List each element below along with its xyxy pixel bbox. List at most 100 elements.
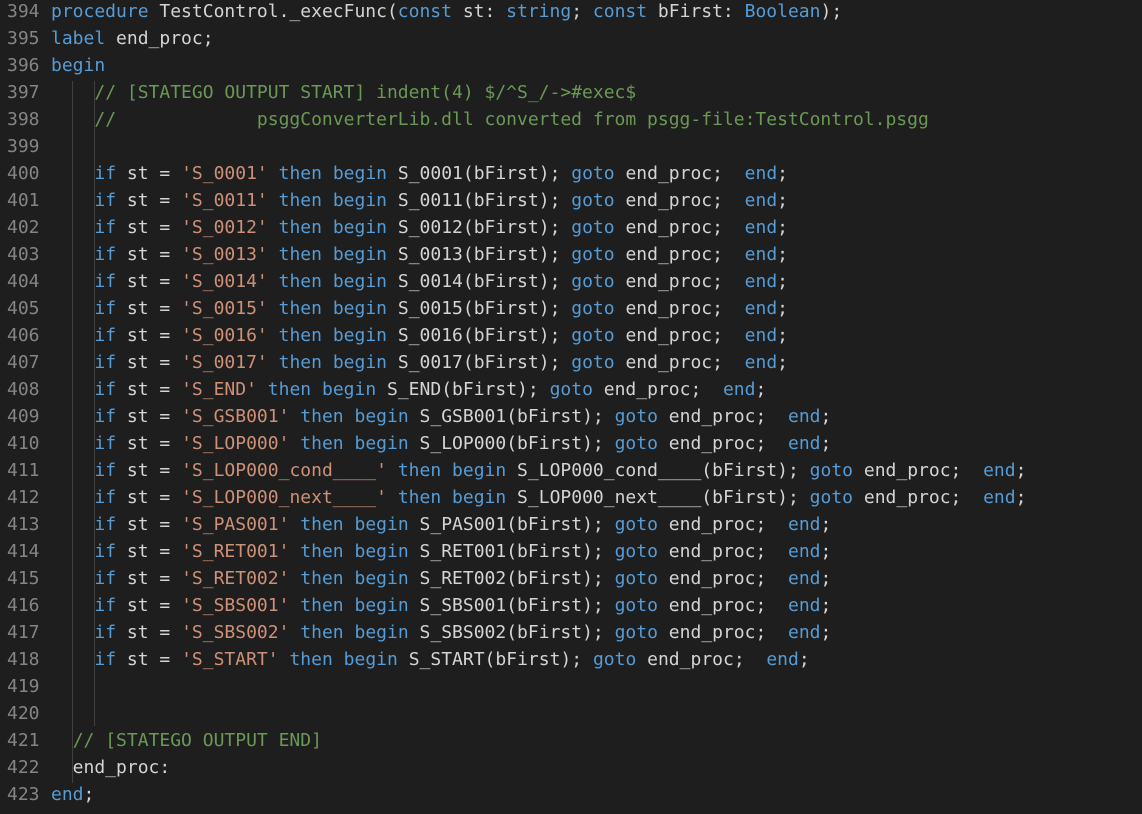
code-line[interactable]: 407 if st = 'S_0017' then begin S_0017(b… <box>0 349 1142 376</box>
code-line[interactable]: 414 if st = 'S_RET001' then begin S_RET0… <box>0 538 1142 565</box>
text-token: st = <box>116 406 182 427</box>
keyword-token: then <box>300 595 344 616</box>
code-line[interactable]: 415 if st = 'S_RET002' then begin S_RET0… <box>0 565 1142 592</box>
text-token: S_0011(bFirst); <box>387 190 572 211</box>
text-token: ; <box>1015 460 1027 481</box>
line-number: 403 <box>7 244 40 265</box>
type-token: string <box>506 1 572 22</box>
keyword-token: begin <box>452 460 507 481</box>
keyword-token: end <box>766 649 799 670</box>
text-token: end_proc; <box>614 244 745 265</box>
line-code: if st = 'S_LOP000_next____' then begin S… <box>51 484 1026 511</box>
line-number: 412 <box>7 487 40 508</box>
code-line[interactable]: 408 if st = 'S_END' then begin S_END(bFi… <box>0 376 1142 403</box>
keyword-token: end <box>744 352 778 373</box>
text-token: S_0014(bFirst); <box>387 271 572 292</box>
keyword-token: goto <box>571 271 615 292</box>
keyword-token: if <box>94 244 117 265</box>
code-line[interactable]: 416 if st = 'S_SBS001' then begin S_SBS0… <box>0 592 1142 619</box>
line-code: if st = 'S_PAS001' then begin S_PAS001(b… <box>51 511 831 538</box>
code-line[interactable]: 402 if st = 'S_0012' then begin S_0012(b… <box>0 214 1142 241</box>
code-line[interactable]: 423 end; <box>0 781 1142 808</box>
line-number: 409 <box>7 406 40 427</box>
code-line[interactable]: 398 // psggConverterLib.dll converted fr… <box>0 106 1142 133</box>
line-number: 417 <box>7 622 40 643</box>
text-token: ; <box>755 379 767 400</box>
code-line[interactable]: 410 if st = 'S_LOP000' then begin S_LOP0… <box>0 430 1142 457</box>
string-token: 'S_0016' <box>181 325 268 346</box>
line-code: if st = 'S_START' then begin S_START(bFi… <box>51 646 810 673</box>
code-line[interactable]: 403 if st = 'S_0013' then begin S_0013(b… <box>0 241 1142 268</box>
line-number: 398 <box>7 109 40 130</box>
keyword-token: end <box>744 298 778 319</box>
code-line[interactable]: 406 if st = 'S_0016' then begin S_0016(b… <box>0 322 1142 349</box>
keyword-token: then <box>278 244 322 265</box>
code-line[interactable]: 421 // [STATEGO OUTPUT END] <box>0 727 1142 754</box>
line-number: 416 <box>7 595 40 616</box>
text-token: ; <box>777 271 789 292</box>
text-token: st: <box>451 1 507 22</box>
keyword-token: if <box>94 514 117 535</box>
line-code: if st = 'S_LOP000' then begin S_LOP000(b… <box>51 430 831 457</box>
text-token: st = <box>116 271 182 292</box>
code-line[interactable]: 417 if st = 'S_SBS002' then begin S_SBS0… <box>0 619 1142 646</box>
code-line[interactable]: 420 <box>0 700 1142 727</box>
text-token: st = <box>116 622 182 643</box>
code-line[interactable]: 396 begin <box>0 52 1142 79</box>
code-line[interactable]: 411 if st = 'S_LOP000_cond____' then beg… <box>0 457 1142 484</box>
text-token: end_proc; <box>105 28 214 49</box>
code-line[interactable]: 400 if st = 'S_0001' then begin S_0001(b… <box>0 160 1142 187</box>
text-token: st = <box>116 514 182 535</box>
line-number: 414 <box>7 541 40 562</box>
keyword-token: goto <box>614 541 658 562</box>
text-token: S_0015(bFirst); <box>387 298 572 319</box>
keyword-token: goto <box>549 379 593 400</box>
line-code: if st = 'S_0011' then begin S_0011(bFirs… <box>51 187 788 214</box>
text-token: ; <box>820 568 832 589</box>
keyword-token: if <box>94 433 117 454</box>
code-line[interactable]: 422 end_proc: <box>0 754 1142 781</box>
text-token: ; <box>798 649 810 670</box>
keyword-token: if <box>94 379 117 400</box>
code-line[interactable]: 399 <box>0 133 1142 160</box>
keyword-token: goto <box>571 217 615 238</box>
line-code: if st = 'S_LOP000_cond____' then begin S… <box>51 457 1026 484</box>
code-line[interactable]: 404 if st = 'S_0014' then begin S_0014(b… <box>0 268 1142 295</box>
code-line[interactable]: 409 if st = 'S_GSB001' then begin S_GSB0… <box>0 403 1142 430</box>
code-line[interactable]: 397 // [STATEGO OUTPUT START] indent(4) … <box>0 79 1142 106</box>
text-token: S_LOP000_next____(bFirst); <box>506 487 810 508</box>
keyword-token: then <box>278 325 322 346</box>
text-token: st = <box>116 298 182 319</box>
code-line[interactable]: 413 if st = 'S_PAS001' then begin S_PAS0… <box>0 511 1142 538</box>
code-line[interactable]: 395 label end_proc; <box>0 25 1142 52</box>
code-line[interactable]: 401 if st = 'S_0011' then begin S_0011(b… <box>0 187 1142 214</box>
string-token: 'S_SBS001' <box>181 595 290 616</box>
line-number: 401 <box>7 190 40 211</box>
code-line[interactable]: 405 if st = 'S_0015' then begin S_0015(b… <box>0 295 1142 322</box>
line-number: 408 <box>7 379 40 400</box>
code-line[interactable]: 394 procedure TestControl._execFunc(const… <box>0 0 1142 25</box>
text-token: end_proc; <box>636 649 767 670</box>
code-line[interactable]: 412 if st = 'S_LOP000_next____' then beg… <box>0 484 1142 511</box>
text-token: end_proc; <box>614 163 745 184</box>
keyword-token: goto <box>809 460 854 481</box>
code-line[interactable]: 419 <box>0 673 1142 700</box>
text-token: S_LOP000_cond____(bFirst); <box>506 460 810 481</box>
line-number: 396 <box>7 55 40 76</box>
text-token: end_proc; <box>657 433 788 454</box>
code-editor[interactable]: 394 procedure TestControl._execFunc(const… <box>0 0 1142 814</box>
text-token: st = <box>116 487 182 508</box>
text-token: ); <box>820 1 843 22</box>
text-token: end_proc; <box>657 514 788 535</box>
code-line[interactable]: 418 if st = 'S_START' then begin S_START… <box>0 646 1142 673</box>
keyword-token: end <box>744 163 778 184</box>
